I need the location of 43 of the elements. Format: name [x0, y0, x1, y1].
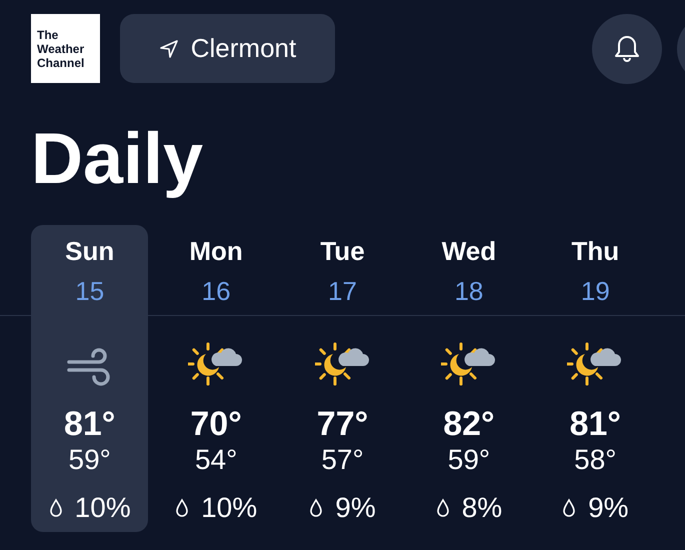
day-column[interactable]: Thu 19 81° 58° 9% [536, 225, 654, 532]
low-temperature: 54° [194, 443, 238, 477]
high-temperature: 70° [190, 405, 242, 443]
raindrop-icon [562, 498, 576, 518]
precipitation-chance: 9% [588, 491, 629, 525]
day-date: 17 [328, 275, 357, 308]
day-name: Tue [320, 235, 365, 268]
logo-text: Weather [37, 42, 86, 56]
raindrop-icon [436, 498, 450, 518]
raindrop-icon [175, 498, 190, 518]
day-date: 18 [454, 275, 484, 308]
day-date: 16 [202, 275, 231, 308]
day-date: 19 [580, 275, 610, 308]
precipitation-chance: 10% [74, 491, 131, 525]
day-column[interactable]: Sun 15 81° 59° 10% [31, 225, 148, 532]
precipitation-chance: 10% [201, 491, 258, 525]
logo-text: The [37, 28, 60, 42]
day-column[interactable]: Wed 18 82° 59° 8% [410, 225, 528, 532]
day-column[interactable]: Mon 16 70° 54° 10% [157, 225, 275, 532]
location-button[interactable]: Clermont [120, 14, 335, 83]
day-name: Mon [189, 235, 243, 268]
high-temperature: 82° [443, 405, 495, 443]
location-arrow-icon [158, 38, 179, 58]
day-name: Thu [572, 235, 620, 268]
low-temperature: 57° [321, 443, 364, 477]
low-temperature: 59° [68, 443, 111, 477]
low-temperature: 59° [448, 443, 490, 477]
logo-text: Channel [37, 56, 86, 70]
precipitation-chance: 8% [462, 491, 502, 525]
precipitation-chance: 9% [335, 491, 376, 525]
day-column[interactable]: Tue 17 77° 57° 9% [284, 225, 402, 532]
logo[interactable]: The Weather Channel [31, 14, 100, 83]
day-date: 15 [75, 275, 104, 308]
raindrop-icon [48, 498, 63, 518]
low-temperature: 58° [574, 443, 616, 477]
bell-icon [613, 34, 641, 64]
raindrop-icon [309, 498, 324, 518]
high-temperature: 77° [316, 405, 368, 443]
day-name: Sun [65, 235, 114, 268]
day-name: Wed [442, 235, 496, 268]
high-temperature: 81° [570, 405, 622, 443]
high-temperature: 81° [64, 405, 116, 443]
page-title: Daily [30, 119, 204, 199]
